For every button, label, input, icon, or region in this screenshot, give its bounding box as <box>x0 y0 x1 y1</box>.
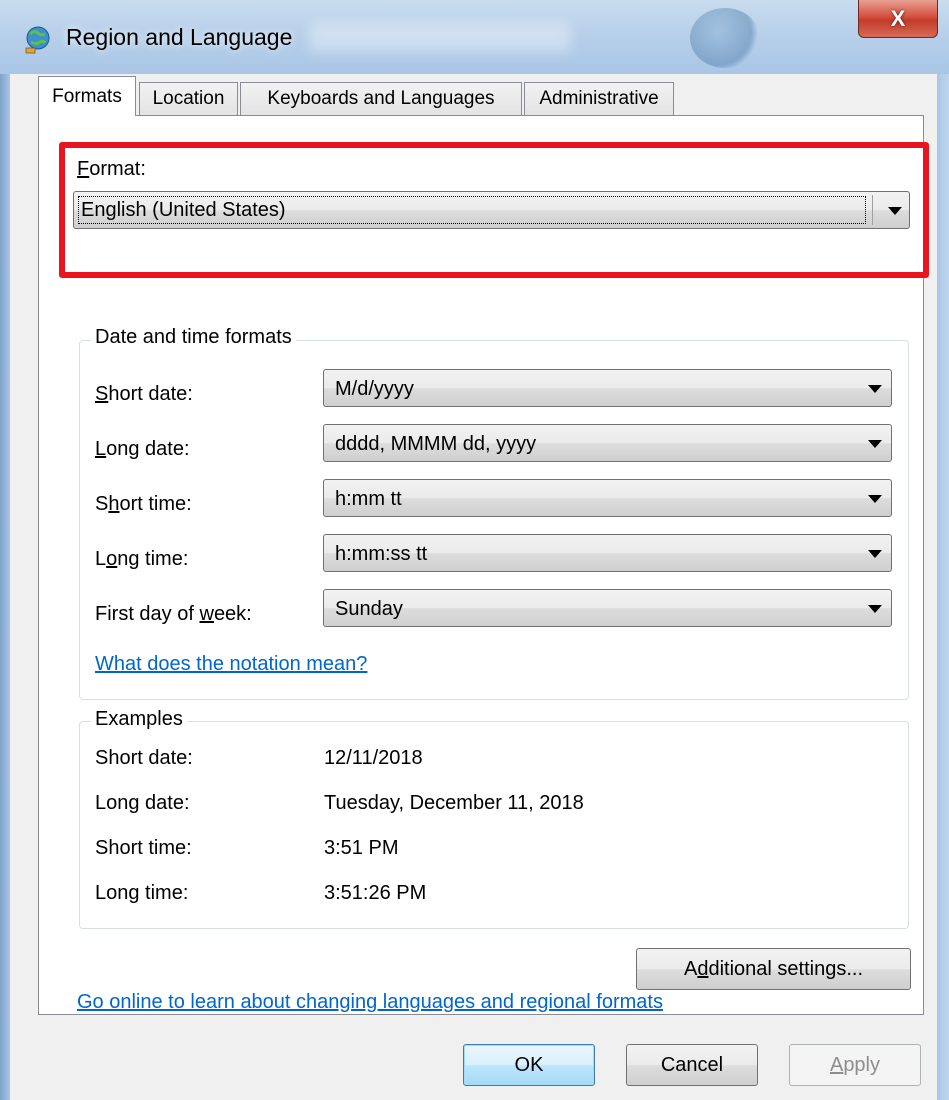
short-date-dropdown[interactable]: M/d/yyyy <box>323 369 892 407</box>
tab-label: Administrative <box>539 88 659 109</box>
close-icon: X <box>890 5 906 31</box>
examples-title: Examples <box>91 708 187 731</box>
example-long-date-label: Long date: <box>95 792 190 814</box>
chevron-down-icon <box>868 605 882 613</box>
long-time-label: Long time: <box>95 548 189 570</box>
example-short-time-value: 3:51 PM <box>324 837 399 859</box>
long-date-label: Long date: <box>95 438 190 460</box>
chevron-down-icon <box>868 385 882 393</box>
long-time-value: h:mm:ss tt <box>335 543 428 565</box>
dialog-client: Formats Location Keyboards and Languages… <box>10 74 937 1100</box>
tab-label: Location <box>152 88 225 109</box>
short-time-dropdown[interactable]: h:mm tt <box>323 479 892 517</box>
window-frame-right <box>937 74 949 1100</box>
notation-help-link[interactable]: What does the notation mean? <box>95 653 367 676</box>
dropdown-separator <box>872 195 873 225</box>
long-date-dropdown[interactable]: dddd, MMMM dd, yyyy <box>323 424 892 462</box>
window-frame-left <box>0 74 10 1100</box>
tab-keyboards-and-languages[interactable]: Keyboards and Languages <box>240 82 522 115</box>
format-label: Format: <box>77 158 146 180</box>
cancel-button[interactable]: Cancel <box>626 1044 758 1086</box>
chevron-down-icon <box>868 550 882 558</box>
short-time-label: Short time: <box>95 493 192 515</box>
short-date-label: Short date: <box>95 383 193 405</box>
title-bar: Region and Language X <box>0 0 949 74</box>
formats-panel: Format: English (United States) Date and… <box>38 115 929 1015</box>
chevron-down-icon <box>888 207 902 215</box>
first-day-of-week-dropdown[interactable]: Sunday <box>323 589 892 627</box>
long-date-value: dddd, MMMM dd, yyyy <box>335 433 537 455</box>
tab-label: Formats <box>52 85 122 107</box>
title-glow <box>310 22 570 52</box>
first-day-of-week-value: Sunday <box>335 598 403 620</box>
example-short-date-label: Short date: <box>95 747 193 769</box>
example-short-date-value: 12/11/2018 <box>324 747 423 769</box>
ok-button[interactable]: OK <box>463 1044 595 1086</box>
apply-button[interactable]: Apply <box>789 1044 921 1086</box>
example-long-date-value: Tuesday, December 11, 2018 <box>324 792 584 814</box>
example-long-time-label: Long time: <box>95 882 189 904</box>
chevron-down-icon <box>868 440 882 448</box>
format-value: English (United States) <box>78 196 866 224</box>
short-date-value: M/d/yyyy <box>335 378 414 400</box>
short-time-value: h:mm tt <box>335 488 402 510</box>
format-dropdown[interactable]: English (United States) <box>73 191 910 229</box>
tab-formats[interactable]: Formats <box>38 76 136 116</box>
tab-administrative[interactable]: Administrative <box>524 82 674 115</box>
date-time-formats-title: Date and time formats <box>91 326 296 349</box>
tab-label: Keyboards and Languages <box>267 88 495 109</box>
example-long-time-value: 3:51:26 PM <box>324 882 427 904</box>
window-title: Region and Language <box>66 24 293 50</box>
additional-settings-button[interactable]: Ad ditional settings... <box>636 948 911 990</box>
close-button[interactable]: X <box>858 0 938 38</box>
tab-location[interactable]: Location <box>139 82 238 115</box>
globe-app-icon <box>25 26 50 54</box>
learn-online-link[interactable]: Go online to learn about changing langua… <box>77 991 663 1014</box>
long-time-dropdown[interactable]: h:mm:ss tt <box>323 534 892 572</box>
examples-group <box>79 721 909 929</box>
example-short-time-label: Short time: <box>95 837 192 859</box>
first-day-of-week-label: First day of week: <box>95 603 252 625</box>
chevron-down-icon <box>868 495 882 503</box>
title-background-globe <box>690 8 760 68</box>
